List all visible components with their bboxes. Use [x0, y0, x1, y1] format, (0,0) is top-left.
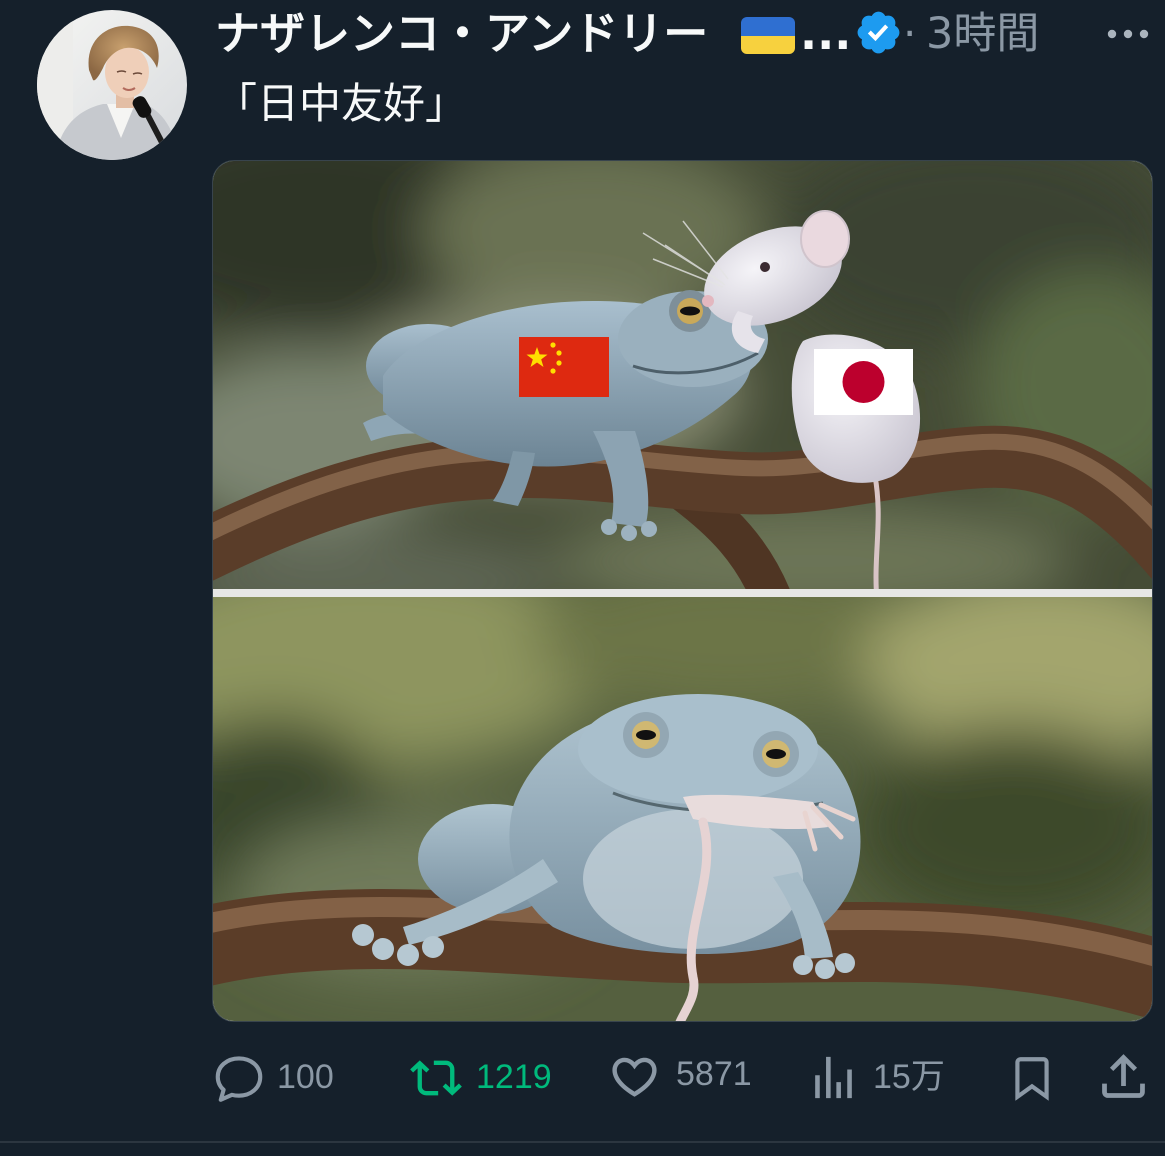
views-button[interactable]: 15万	[802, 1046, 962, 1108]
like-button[interactable]: 5871	[604, 1046, 764, 1108]
avatar-photo	[37, 10, 187, 160]
share-button[interactable]	[1090, 1046, 1154, 1108]
reply-button[interactable]: 100	[208, 1046, 348, 1108]
retweet-button[interactable]: 1219	[404, 1046, 564, 1108]
meta-separator: ·	[903, 9, 917, 58]
japan-flag-icon	[814, 349, 913, 415]
tweet-text: 「日中友好」	[215, 79, 468, 128]
like-count: 5871	[676, 1055, 752, 1093]
retweet-count: 1219	[476, 1058, 552, 1096]
tweet-media[interactable]	[212, 160, 1153, 1022]
name-truncation: ...	[800, 7, 852, 60]
author-display-name[interactable]: ナザレンコ・アンドリー	[215, 4, 708, 64]
bookmark-button[interactable]	[1002, 1046, 1062, 1108]
reply-icon[interactable]	[213, 1053, 265, 1105]
analytics-icon[interactable]	[806, 1050, 861, 1105]
photo-divider	[213, 589, 1152, 597]
bookmark-icon[interactable]	[1007, 1053, 1057, 1103]
media-photo-top[interactable]	[213, 161, 1152, 589]
china-flag-icon	[519, 337, 609, 397]
more-icon[interactable]	[1106, 22, 1150, 46]
verified-badge-icon[interactable]	[854, 8, 903, 57]
retweet-icon[interactable]	[410, 1052, 462, 1104]
post-time[interactable]: 3時間	[926, 4, 1039, 64]
share-icon[interactable]	[1095, 1048, 1152, 1105]
views-count: 15万	[873, 1058, 945, 1096]
tweet-bottom-divider	[0, 1141, 1165, 1143]
avatar[interactable]	[37, 10, 187, 160]
media-photo-bottom[interactable]	[213, 597, 1152, 1021]
ukraine-flag-icon	[741, 17, 795, 54]
heart-icon[interactable]	[608, 1050, 661, 1103]
reply-count: 100	[277, 1058, 334, 1096]
